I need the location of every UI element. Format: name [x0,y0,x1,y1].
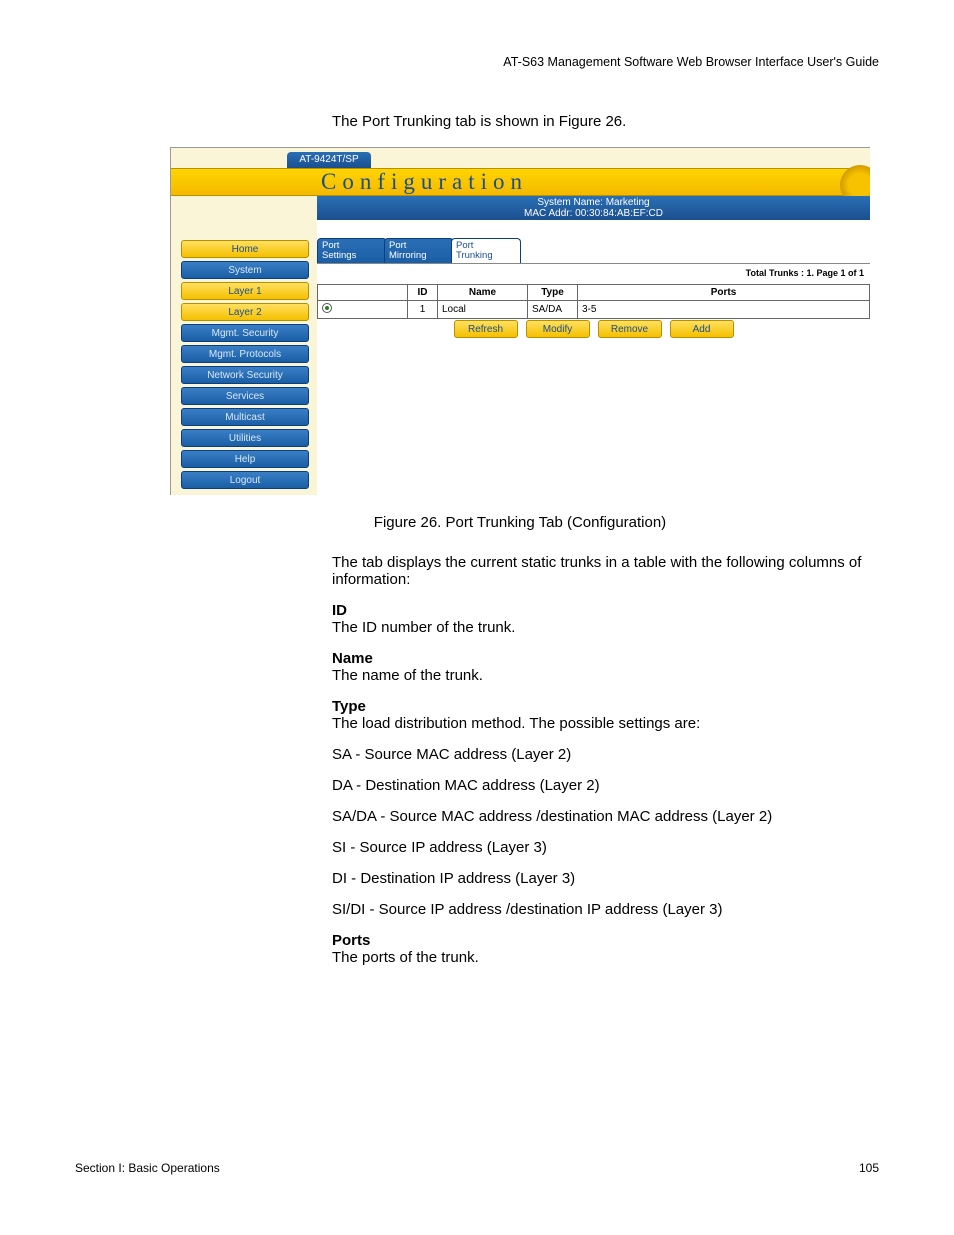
mac-address: MAC Addr: 00:30:84:AB:EF:CD [317,208,870,219]
nav-item-logout[interactable]: Logout [181,471,309,489]
type-option: SA/DA - Source MAC address /destination … [332,808,880,825]
remove-button[interactable]: Remove [598,320,662,338]
nav-item-utilities[interactable]: Utilities [181,429,309,447]
term-heading: ID [332,602,880,619]
figure-caption: Figure 26. Port Trunking Tab (Configurat… [170,514,870,531]
action-bar: Refresh Modify Remove Add [317,320,870,338]
running-header: AT-S63 Management Software Web Browser I… [503,55,879,69]
col-header: Type [528,285,578,301]
trunk-table: IDNameTypePorts 1 Local SA/DA 3-5 [317,284,870,319]
content-area: PortSettingsPortMirroringPortTrunking To… [317,220,870,495]
nav-item-services[interactable]: Services [181,387,309,405]
nav-item-home[interactable]: Home [181,240,309,258]
table-intro: The tab displays the current static trun… [332,554,880,588]
tab-port-mirroring[interactable]: PortMirroring [384,238,454,264]
nav-item-help[interactable]: Help [181,450,309,468]
term-heading: Name [332,650,880,667]
intro-text: The Port Trunking tab is shown in Figure… [332,113,880,130]
model-tab: AT-9424T/SP [287,152,371,168]
type-option: SA - Source MAC address (Layer 2) [332,746,880,763]
tab-port-trunking[interactable]: PortTrunking [451,238,521,264]
trunk-table-frame: Total Trunks : 1. Page 1 of 1 IDNameType… [317,263,870,319]
col-header: ID [408,285,438,301]
system-info-bar: System Name: Marketing MAC Addr: 00:30:8… [317,196,870,220]
page-title: Configuration [321,169,528,195]
footer-section: Section I: Basic Operations [75,1161,220,1175]
tab-port-settings[interactable]: PortSettings [317,238,387,264]
table-row[interactable]: 1 Local SA/DA 3-5 [318,301,870,319]
term-desc: The ports of the trunk. [332,949,880,966]
page-banner: Configuration [171,168,870,196]
nav-item-mgmt-protocols[interactable]: Mgmt. Protocols [181,345,309,363]
nav-item-mgmt-security[interactable]: Mgmt. Security [181,324,309,342]
system-name: System Name: Marketing [317,197,870,208]
type-option: DI - Destination IP address (Layer 3) [332,870,880,887]
type-option: SI - Source IP address (Layer 3) [332,839,880,856]
refresh-button[interactable]: Refresh [454,320,518,338]
select-cell[interactable] [318,301,408,319]
nav-item-layer-1[interactable]: Layer 1 [181,282,309,300]
term-desc: The load distribution method. The possib… [332,715,880,732]
nav-item-layer-2[interactable]: Layer 2 [181,303,309,321]
modify-button[interactable]: Modify [526,320,590,338]
ports-cell: 3-5 [578,301,870,319]
add-button[interactable]: Add [670,320,734,338]
table-header-row: IDNameTypePorts [318,285,870,301]
term-heading: Ports [332,932,880,949]
radio-icon[interactable] [322,303,332,313]
term-desc: The ID number of the trunk. [332,619,880,636]
configuration-screenshot: AT-9424T/SP Configuration System Name: M… [170,147,870,495]
col-header [318,285,408,301]
col-header: Name [438,285,528,301]
type-option: SI/DI - Source IP address /destination I… [332,901,880,918]
type-cell: SA/DA [528,301,578,319]
term-heading: Type [332,698,880,715]
intro-block: The Port Trunking tab is shown in Figure… [332,113,880,148]
col-header: Ports [578,285,870,301]
totals-text: Total Trunks : 1. Page 1 of 1 [317,264,870,284]
id-cell: 1 [408,301,438,319]
description-block: The tab displays the current static trun… [332,554,880,980]
term-desc: The name of the trunk. [332,667,880,684]
name-cell: Local [438,301,528,319]
nav-sidebar: Home System Layer 1 Layer 2 Mgmt. Security Mg… [181,240,309,492]
content-tabs: PortSettingsPortMirroringPortTrunking [317,238,518,264]
nav-item-network-security[interactable]: Network Security [181,366,309,384]
type-option: DA - Destination MAC address (Layer 2) [332,777,880,794]
nav-item-multicast[interactable]: Multicast [181,408,309,426]
page-number: 105 [859,1161,879,1175]
nav-item-system[interactable]: System [181,261,309,279]
